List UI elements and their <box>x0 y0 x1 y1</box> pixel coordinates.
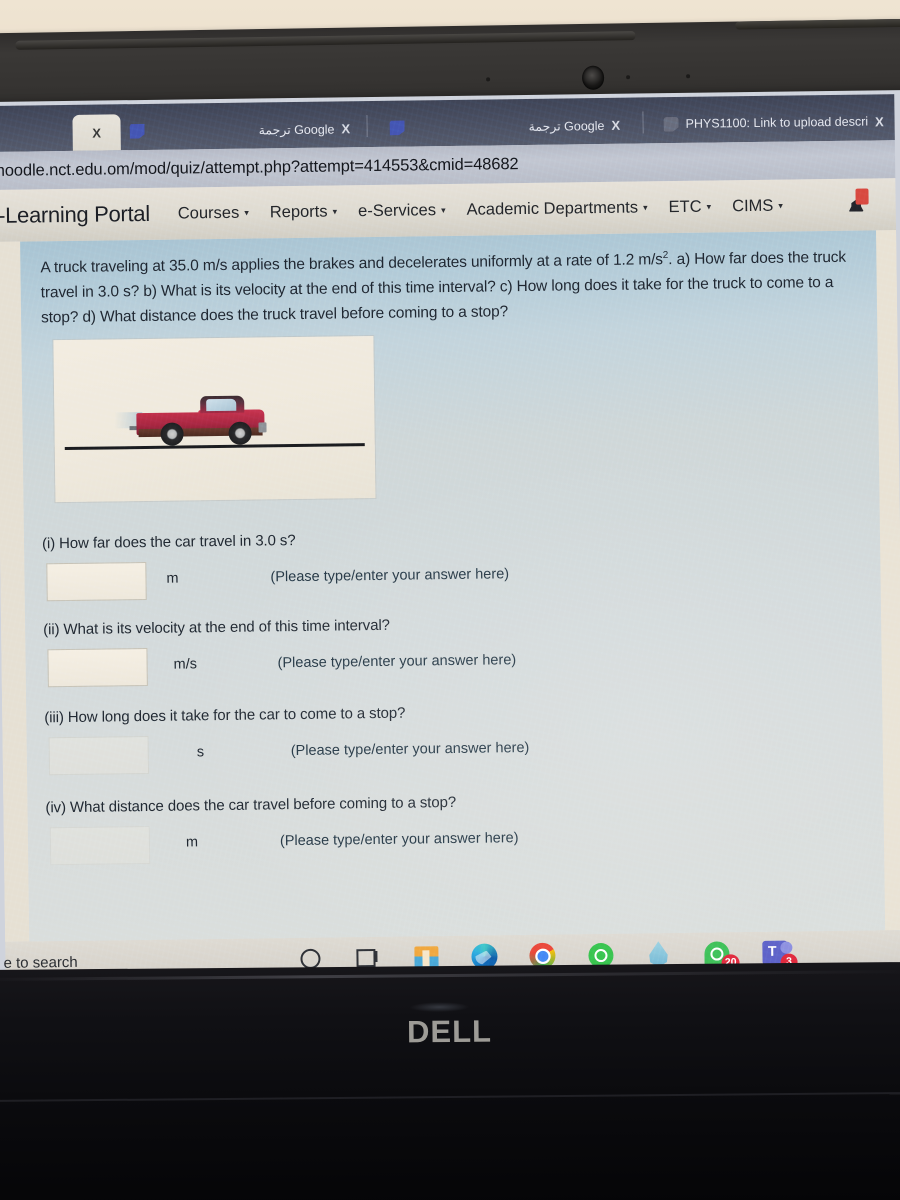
browser-tab-phys1100[interactable]: PHYS1100: Link to upload descri X <box>654 102 894 143</box>
laptop-screen: X ترجمة Google X ترجمة Google X PHYS1100… <box>0 89 900 989</box>
close-icon[interactable]: X <box>611 117 620 132</box>
nav-item-academic-departments[interactable]: Academic Departments ▾ <box>466 198 647 219</box>
chevron-down-icon: ▾ <box>440 204 446 215</box>
nav-item-cims[interactable]: CIMS ▾ <box>732 196 783 216</box>
answer-input-ii[interactable] <box>47 647 148 688</box>
answer-input-i[interactable] <box>46 561 147 602</box>
laptop-chassis: DELL <box>0 961 900 1200</box>
truck-illustration <box>114 392 267 446</box>
browser-tab-label: PHYS1100: Link to upload descri <box>685 114 869 131</box>
nav-item-label: ETC <box>668 197 702 216</box>
browser-tab-google-translate[interactable]: ترجمة Google X <box>249 109 359 148</box>
tab-divider <box>366 115 368 138</box>
bezel-lip-right <box>735 18 900 30</box>
answer-input-iv[interactable] <box>49 825 151 866</box>
browser-tab-active[interactable]: X <box>72 114 121 151</box>
microphone-hole <box>626 75 631 80</box>
nav-item-label: CIMS <box>731 196 774 215</box>
browser-tab[interactable] <box>120 112 168 151</box>
chevron-down-icon: ▾ <box>706 201 712 212</box>
sub-question-label: (iii) How long does it take for the car … <box>44 704 406 727</box>
microphone-hole <box>686 74 691 79</box>
chevron-down-icon: ▾ <box>642 201 648 212</box>
page-icon <box>130 123 145 138</box>
nav-item-label: Courses <box>177 203 240 223</box>
unit-label: s <box>196 744 205 761</box>
sub-question-label: (ii) What is its velocity at the end of … <box>43 616 390 639</box>
sub-question-ii: (ii) What is its velocity at the end of … <box>25 610 882 713</box>
sub-question-iv: (iv) What distance does the car travel b… <box>27 788 884 891</box>
page-icon <box>390 120 405 135</box>
chevron-down-icon: ▾ <box>244 207 249 218</box>
close-icon[interactable]: X <box>92 125 101 140</box>
nav-item-etc[interactable]: ETC ▾ <box>668 197 711 217</box>
unit-label: m <box>185 834 199 851</box>
close-icon[interactable]: X <box>341 121 350 136</box>
notification-badge <box>855 188 869 205</box>
answer-hint: (Please type/enter your answer here) <box>270 566 510 586</box>
chassis-seam <box>0 1091 900 1103</box>
microphone-hole <box>486 77 491 82</box>
nav-item-courses[interactable]: Courses ▾ <box>178 203 249 223</box>
nav-item-label: Academic Departments <box>466 198 639 219</box>
browser-tab-label: ترجمة Google <box>258 121 335 137</box>
dell-logo: DELL <box>407 1014 492 1051</box>
bell-icon[interactable] <box>845 188 869 217</box>
answer-hint: (Please type/enter your answer here) <box>277 652 517 672</box>
chevron-down-icon: ▾ <box>778 200 783 211</box>
question-text: A truck traveling at 35.0 m/s applies th… <box>40 244 871 330</box>
truck-bumper <box>258 422 267 433</box>
unit-label: m <box>166 570 179 587</box>
unit-label: m/s <box>173 656 198 673</box>
microscope-icon <box>663 116 678 131</box>
laptop-hinge <box>0 969 900 982</box>
browser-tab-google-translate-2[interactable]: ترجمة Google X <box>519 106 634 146</box>
sub-question-label: (i) How far does the car travel in 3.0 s… <box>41 532 296 553</box>
url-text[interactable]: moodle.nct.edu.om/mod/quiz/attempt.php?a… <box>0 155 519 181</box>
truck-front-wheel <box>228 421 252 445</box>
cortana-circle <box>300 948 321 969</box>
browser-tab[interactable] <box>380 108 422 147</box>
close-icon[interactable]: X <box>875 114 884 129</box>
truck-window <box>206 398 237 412</box>
chevron-down-icon: ▾ <box>332 205 338 217</box>
sub-question-iii: (iii) How long does it take for the car … <box>26 698 883 801</box>
laptop-photo: X ترجمة Google X ترجمة Google X PHYS1100… <box>0 0 900 1200</box>
site-brand[interactable]: E-Learning Portal <box>0 201 150 229</box>
nav-item-e-services[interactable]: e-Services ▾ <box>358 201 446 221</box>
chassis-highlight <box>409 1001 470 1013</box>
answer-input-iii[interactable] <box>48 735 150 776</box>
bezel-lip-left <box>15 31 636 50</box>
webcam-icon <box>581 65 605 90</box>
question-figure <box>53 335 376 503</box>
truck-rear-wheel <box>160 422 184 446</box>
quiz-content: A truck traveling at 35.0 m/s applies th… <box>20 230 886 942</box>
nav-menu: Courses ▾ Reports ▾ e-Services ▾ Academi… <box>178 196 783 223</box>
nav-item-label: e-Services <box>357 200 437 220</box>
tab-divider <box>642 111 644 134</box>
browser-tab-label: ترجمة Google <box>528 118 605 134</box>
answer-hint: (Please type/enter your answer here) <box>279 830 519 850</box>
question-text-part1: A truck traveling at 35.0 m/s applies th… <box>40 251 663 277</box>
nav-item-label: Reports <box>269 202 328 221</box>
nav-item-reports[interactable]: Reports ▾ <box>270 202 338 222</box>
quiz-page: A truck traveling at 35.0 m/s applies th… <box>0 230 900 942</box>
answer-hint: (Please type/enter your answer here) <box>290 739 530 760</box>
dell-logo-text: DELL <box>406 1013 493 1050</box>
